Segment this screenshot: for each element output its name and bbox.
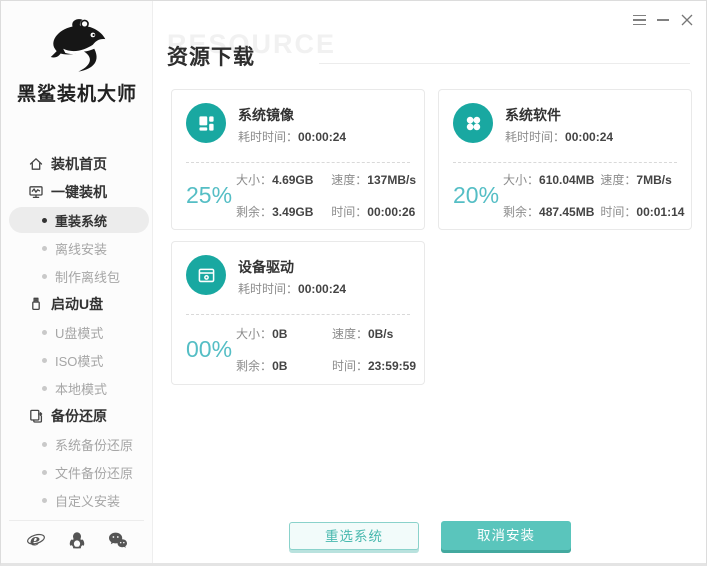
bullet-icon	[42, 329, 47, 335]
bullet-icon	[42, 357, 47, 363]
sidebar-item-label: 本地模式	[55, 381, 108, 397]
sidebar-item-label: 自定义安装	[55, 493, 121, 509]
sidebar-item-file-backup-restore[interactable]: 文件备份还原	[1, 458, 153, 486]
stat-time: 时间：00:00:26	[331, 205, 416, 219]
stat-time: 时间：00:01:14	[600, 205, 685, 219]
sidebar-item-local-mode[interactable]: 本地模式	[1, 374, 153, 402]
sidebar-item-home[interactable]: 装机首页	[1, 150, 153, 178]
stat-size: 大小：0B	[236, 326, 288, 341]
sidebar-item-label: 装机首页	[51, 156, 107, 172]
progress-percent: 00%	[186, 335, 233, 362]
bullet-icon	[42, 469, 47, 475]
card-title: 设备驱动	[238, 259, 294, 275]
stat-speed: 速度：137MB/s	[331, 173, 416, 187]
sidebar-item-onekey-install[interactable]: 一键装机	[1, 178, 153, 206]
wechat-icon[interactable]	[108, 530, 128, 550]
sidebar-item-boot-usb[interactable]: 启动U盘	[1, 290, 153, 318]
progress-percent: 20%	[453, 182, 500, 208]
cancel-install-button[interactable]: 取消安装	[441, 521, 571, 550]
sidebar-item-make-offline-pack[interactable]: 制作离线包	[1, 262, 153, 290]
card-dashed-divider	[186, 162, 410, 163]
stat-remaining: 剩余：487.45MB	[503, 205, 595, 219]
backup-icon	[28, 408, 44, 424]
bullet-icon	[42, 497, 47, 503]
bullet-icon	[42, 385, 47, 391]
system-image-icon	[186, 103, 226, 143]
stat-size: 大小：4.69GB	[236, 173, 314, 187]
download-card-system-software: 系统软件 耗时时间：00:00:24 20% 大小：610.04MB 速度：7M…	[438, 89, 692, 230]
card-stats: 大小：610.04MB 速度：7MB/s 剩余：487.45MB 时间：00:0…	[503, 171, 684, 220]
card-elapsed: 耗时时间：00:00:24	[505, 130, 614, 144]
stat-remaining: 剩余：0B	[236, 358, 288, 373]
bullet-icon	[42, 441, 47, 447]
card-stats: 大小：4.69GB 速度：137MB/s 剩余：3.49GB 时间：00:00:…	[236, 171, 416, 220]
sidebar-item-label: 离线安装	[55, 241, 108, 257]
sidebar-item-label: ISO模式	[55, 353, 104, 369]
window-controls	[632, 13, 694, 27]
sidebar-item-backup-restore[interactable]: 备份还原	[1, 402, 153, 430]
monitor-icon	[28, 184, 44, 200]
close-icon[interactable]	[680, 13, 694, 27]
device-driver-icon	[186, 255, 226, 295]
sidebar-item-label: 重装系统	[55, 213, 108, 229]
sidebar-footer: e	[1, 527, 153, 553]
stat-remaining: 剩余：3.49GB	[236, 205, 314, 219]
card-title: 系统镜像	[238, 107, 294, 123]
card-elapsed: 耗时时间：00:00:24	[238, 282, 347, 296]
sidebar-item-label: U盘模式	[55, 325, 104, 341]
sidebar: 黑鲨装机大师 装机首页 一键装机 重装系统 离线安装 制作离线包 启动U盘 U盘…	[1, 1, 153, 563]
ie-icon[interactable]: e	[26, 530, 46, 550]
shark-logo-icon	[50, 19, 106, 72]
stat-speed: 速度：0B/s	[331, 326, 394, 341]
sidebar-item-system-backup-restore[interactable]: 系统备份还原	[1, 430, 153, 458]
sidebar-footer-divider	[9, 520, 144, 521]
sidebar-item-label: 系统备份还原	[55, 437, 134, 453]
system-software-icon	[453, 103, 493, 143]
card-dashed-divider	[453, 162, 677, 163]
qq-icon[interactable]	[67, 530, 87, 550]
title-divider	[319, 63, 690, 64]
stat-time: 时间：23:59:59	[331, 358, 416, 373]
bullet-icon	[42, 245, 47, 251]
brand-title: 黑鲨装机大师	[16, 84, 137, 105]
page-title: 资源下载	[167, 46, 255, 69]
minimize-icon[interactable]	[656, 13, 670, 27]
progress-percent: 25%	[186, 182, 233, 208]
download-card-device-driver: 设备驱动 耗时时间：00:00:24 00% 大小：0B 速度：0B/s 剩余：…	[171, 241, 425, 385]
sidebar-menu: 装机首页 一键装机 重装系统 离线安装 制作离线包 启动U盘 U盘模式 ISO模…	[1, 150, 153, 514]
sidebar-item-label: 启动U盘	[51, 296, 104, 312]
sidebar-item-custom-install[interactable]: 自定义安装	[1, 486, 153, 514]
card-dashed-divider	[186, 314, 410, 315]
sidebar-item-label: 制作离线包	[55, 269, 121, 285]
bullet-icon	[42, 217, 47, 223]
svg-text:e: e	[30, 531, 40, 550]
sidebar-item-label: 文件备份还原	[55, 465, 134, 481]
sidebar-item-offline-install[interactable]: 离线安装	[1, 234, 153, 262]
sidebar-item-usb-mode[interactable]: U盘模式	[1, 318, 153, 346]
bullet-icon	[42, 273, 47, 279]
stat-size: 大小：610.04MB	[503, 173, 595, 187]
app-logo	[1, 17, 153, 80]
card-title: 系统软件	[505, 107, 561, 123]
app-window: 黑鲨装机大师 装机首页 一键装机 重装系统 离线安装 制作离线包 启动U盘 U盘…	[0, 0, 707, 566]
menu-icon[interactable]	[632, 13, 646, 27]
sidebar-item-label: 一键装机	[51, 184, 107, 200]
card-stats: 大小：0B 速度：0B/s 剩余：0B 时间：23:59:59	[236, 325, 416, 374]
card-elapsed: 耗时时间：00:00:24	[238, 130, 347, 144]
home-icon	[28, 156, 44, 172]
sidebar-item-label: 备份还原	[51, 408, 107, 424]
usb-icon	[28, 296, 44, 312]
sidebar-item-reinstall-system[interactable]: 重装系统	[1, 206, 153, 234]
sidebar-item-iso-mode[interactable]: ISO模式	[1, 346, 153, 374]
download-card-system-image: 系统镜像 耗时时间：00:00:24 25% 大小：4.69GB 速度：137M…	[171, 89, 425, 230]
stat-speed: 速度：7MB/s	[600, 173, 672, 187]
reselect-system-button[interactable]: 重选系统	[289, 522, 419, 550]
